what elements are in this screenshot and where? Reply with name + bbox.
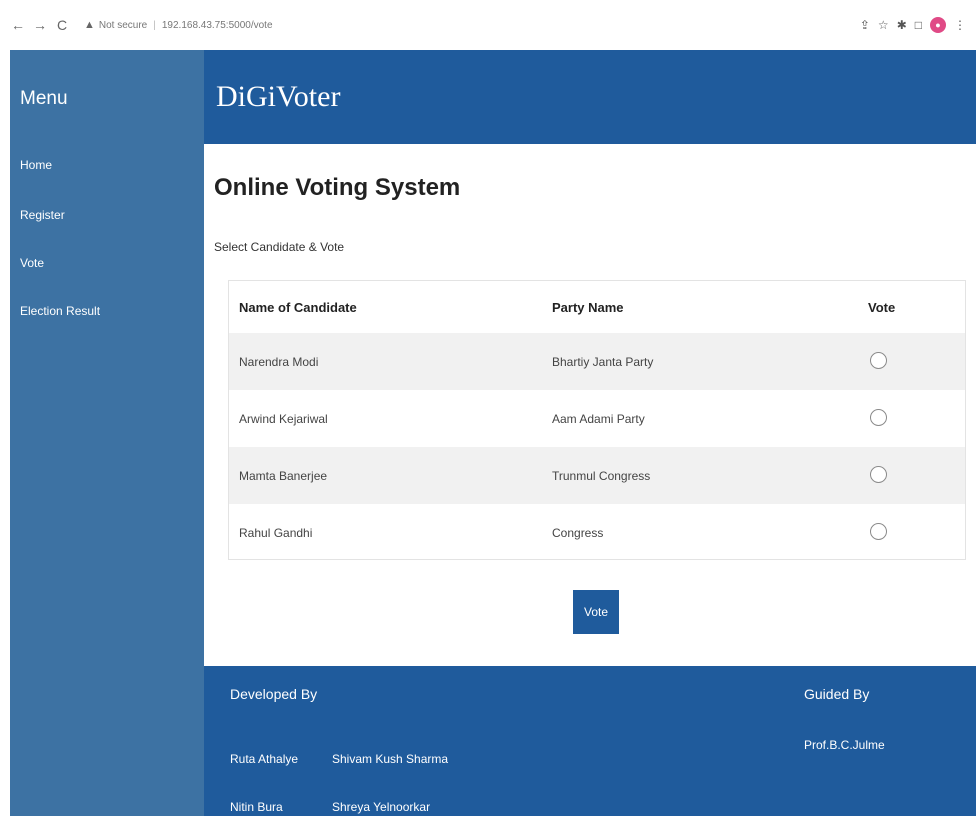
main-content: Online Voting System Select Candidate & … bbox=[204, 144, 976, 666]
column-header-candidate: Name of Candidate bbox=[239, 299, 357, 315]
vote-radio[interactable] bbox=[870, 351, 887, 369]
guided-by-title: Guided By bbox=[804, 686, 870, 702]
table-header-row: Name of Candidate Party Name Vote bbox=[229, 281, 965, 333]
forward-icon[interactable]: → bbox=[32, 17, 48, 33]
candidate-name: Narendra Modi bbox=[239, 354, 319, 369]
sidebar-item-vote[interactable]: Vote bbox=[20, 256, 44, 270]
developed-by-title: Developed By bbox=[230, 686, 318, 702]
window-icon[interactable]: □ bbox=[915, 18, 922, 32]
vote-radio[interactable] bbox=[870, 465, 887, 483]
sidebar-item-home[interactable]: Home bbox=[20, 158, 52, 172]
page-title: Online Voting System bbox=[214, 174, 461, 201]
table-row: Rahul Gandhi Congress bbox=[229, 504, 965, 561]
sidebar-item-register[interactable]: Register bbox=[20, 208, 65, 222]
table-row: Narendra Modi Bhartiy Janta Party bbox=[229, 333, 965, 390]
table-row: Mamta Banerjee Trunmul Congress bbox=[229, 447, 965, 504]
column-header-vote: Vote bbox=[868, 299, 896, 315]
developer-name: Nitin Bura bbox=[230, 800, 283, 814]
url-text: 192.168.43.75:5000/vote bbox=[161, 19, 273, 31]
app-header: DiGiVoter bbox=[204, 50, 976, 144]
vote-radio[interactable] bbox=[870, 522, 887, 540]
party-name: Trunmul Congress bbox=[552, 468, 651, 483]
footer: Developed By Ruta Athalye Shivam Kush Sh… bbox=[204, 666, 976, 816]
extensions-icon[interactable]: ✱ bbox=[897, 18, 907, 32]
developer-name: Shreya Yelnoorkar bbox=[332, 800, 431, 814]
address-bar[interactable]: ▲ Not secure | 192.168.43.75:5000/vote bbox=[84, 19, 273, 31]
party-name: Aam Adami Party bbox=[552, 411, 645, 426]
column-header-party: Party Name bbox=[552, 299, 624, 315]
address-separator: | bbox=[153, 19, 156, 31]
page-subtitle: Select Candidate & Vote bbox=[214, 240, 345, 254]
candidates-table: Name of Candidate Party Name Vote Narend… bbox=[228, 280, 966, 560]
candidate-name: Arwind Kejariwal bbox=[239, 411, 328, 426]
browser-toolbar: ← → C ▲ Not secure | 192.168.43.75:5000/… bbox=[0, 0, 976, 50]
share-icon[interactable]: ⇪ bbox=[860, 18, 870, 32]
more-icon[interactable]: ⋮ bbox=[954, 18, 966, 32]
brand-logo[interactable]: DiGiVoter bbox=[216, 80, 340, 114]
warning-icon: ▲ bbox=[84, 19, 95, 31]
developer-name: Ruta Athalye bbox=[230, 752, 299, 766]
back-icon[interactable]: ← bbox=[10, 17, 26, 33]
developer-name: Shivam Kush Sharma bbox=[332, 752, 449, 766]
guide-name: Prof.B.C.Julme bbox=[804, 738, 885, 752]
profile-avatar[interactable]: ● bbox=[930, 17, 946, 33]
menu-title: Menu bbox=[20, 88, 68, 109]
table-row: Arwind Kejariwal Aam Adami Party bbox=[229, 390, 965, 447]
vote-button[interactable]: Vote bbox=[573, 590, 619, 634]
candidate-name: Rahul Gandhi bbox=[239, 525, 313, 540]
sidebar: Menu Home Register Vote Election Result bbox=[10, 50, 204, 816]
party-name: Bhartiy Janta Party bbox=[552, 354, 654, 369]
candidate-name: Mamta Banerjee bbox=[239, 468, 328, 483]
party-name: Congress bbox=[552, 525, 604, 540]
security-label: Not secure bbox=[98, 19, 148, 31]
reload-icon[interactable]: C bbox=[54, 17, 70, 33]
vote-radio[interactable] bbox=[870, 408, 887, 426]
sidebar-item-election-result[interactable]: Election Result bbox=[20, 304, 100, 318]
browser-actions: ⇪ ☆ ✱ □ ● ⋮ bbox=[860, 17, 966, 33]
bookmark-icon[interactable]: ☆ bbox=[878, 18, 889, 32]
